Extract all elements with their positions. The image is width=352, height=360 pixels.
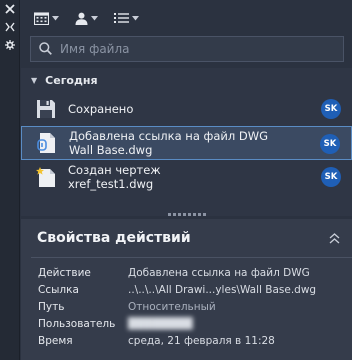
palette-title-strip <box>0 0 20 360</box>
chevron-down-icon <box>52 15 59 21</box>
activity-properties-section: Свойства действий Действие Добавлена ссы… <box>21 219 352 360</box>
property-label: Путь <box>38 300 65 313</box>
collapse-up-icon[interactable] <box>329 229 340 248</box>
xref-attach-icon <box>35 131 59 155</box>
activity-filter-button[interactable] <box>111 6 142 30</box>
user-filter-button[interactable] <box>72 6 101 30</box>
property-row-user: Пользователь ████████ <box>21 315 352 332</box>
item-title: Добавлена ссылка на файл DWG <box>69 129 269 143</box>
group-header-today[interactable]: ▼ Сегодня <box>21 68 352 92</box>
list-item[interactable]: Сохранено SK <box>21 92 352 126</box>
group-label: Сегодня <box>45 73 98 87</box>
item-title: Создан чертеж <box>68 163 161 177</box>
avatar: SK <box>320 134 340 154</box>
auto-hide-icon[interactable] <box>0 22 20 36</box>
user-icon <box>75 12 88 25</box>
property-label: Действие <box>38 266 91 279</box>
save-disk-icon <box>34 97 58 121</box>
property-value: Относительный <box>128 300 216 313</box>
properties-header: Свойства действий <box>21 219 352 257</box>
activity-list: ▼ Сегодня Сохранено SK Добавлена ссылка … <box>21 68 352 216</box>
activity-insights-panel: ▼ Сегодня Сохранено SK Добавлена ссылка … <box>21 0 352 360</box>
search-box[interactable] <box>30 36 344 62</box>
property-label: Время <box>38 334 73 347</box>
calendar-icon <box>34 11 49 25</box>
property-value: Добавлена ссылка на файл DWG <box>128 266 310 279</box>
collapse-triangle-icon[interactable]: ▼ <box>31 76 37 85</box>
property-row-time: Время среда, 21 февраля в 11:28 <box>21 332 352 349</box>
property-value: среда, 21 февраля в 11:28 <box>128 334 275 347</box>
toolbar <box>21 0 352 36</box>
property-label: Пользователь <box>38 317 116 330</box>
date-filter-button[interactable] <box>31 6 62 30</box>
list-item[interactable]: Добавлена ссылка на файл DWG Wall Base.d… <box>21 126 352 160</box>
properties-title: Свойства действий <box>37 230 191 246</box>
property-value[interactable]: ..\..\..\All Drawi...yles\Wall Base.dwg <box>128 284 316 296</box>
new-drawing-icon <box>34 165 58 189</box>
search-icon <box>39 40 52 59</box>
close-icon[interactable] <box>0 4 20 18</box>
item-file: Wall Base.dwg <box>69 143 153 157</box>
redacted-user-value: ████████ <box>128 317 193 330</box>
property-row-path: Путь Относительный <box>21 298 352 315</box>
list-item[interactable]: Создан чертеж xref_test1.dwg SK <box>21 160 352 194</box>
avatar: SK <box>321 99 341 119</box>
list-icon <box>114 12 129 24</box>
property-label: Ссылка <box>38 283 79 296</box>
splitter-grip[interactable] <box>21 209 352 219</box>
item-file: xref_test1.dwg <box>68 177 154 191</box>
property-row-reference: Ссылка ..\..\..\All Drawi...yles\Wall Ba… <box>21 281 352 298</box>
item-title: Сохранено <box>68 102 134 116</box>
chevron-down-icon <box>91 15 98 21</box>
chevron-down-icon <box>132 15 139 21</box>
gear-icon[interactable] <box>0 40 20 54</box>
property-row-action: Действие Добавлена ссылка на файл DWG <box>21 264 352 281</box>
search-input[interactable] <box>60 42 343 56</box>
avatar: SK <box>321 167 341 187</box>
